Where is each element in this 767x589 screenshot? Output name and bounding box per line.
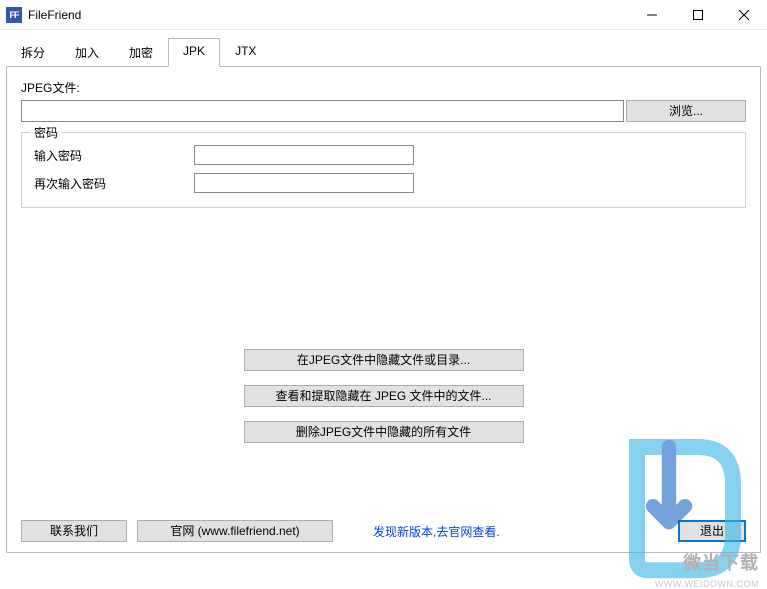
tab-jtx[interactable]: JTX xyxy=(220,38,271,67)
window-controls xyxy=(629,0,767,29)
app-icon: FF xyxy=(6,7,22,23)
password-input[interactable] xyxy=(194,145,414,165)
title-bar: FF FileFriend xyxy=(0,0,767,30)
center-actions: 在JPEG文件中隐藏文件或目录... 查看和提取隐藏在 JPEG 文件中的文件.… xyxy=(7,349,760,443)
extract-files-button[interactable]: 查看和提取隐藏在 JPEG 文件中的文件... xyxy=(244,385,524,407)
file-row: 浏览... xyxy=(21,100,746,122)
browse-button[interactable]: 浏览... xyxy=(626,100,746,122)
delete-files-button[interactable]: 删除JPEG文件中隐藏的所有文件 xyxy=(244,421,524,443)
maximize-button[interactable] xyxy=(675,0,721,29)
contact-button[interactable]: 联系我们 xyxy=(21,520,127,542)
jpeg-file-label: JPEG文件: xyxy=(21,79,746,96)
password-group-title: 密码 xyxy=(30,124,62,141)
confirm-password-row: 再次输入密码 xyxy=(34,173,733,193)
update-link[interactable]: 发现新版本,去官网查看. xyxy=(373,523,668,540)
tab-jpk[interactable]: JPK xyxy=(168,38,220,67)
tab-encrypt[interactable]: 加密 xyxy=(114,38,168,67)
password-row: 输入密码 xyxy=(34,145,733,165)
tab-join[interactable]: 加入 xyxy=(60,38,114,67)
website-button[interactable]: 官网 (www.filefriend.net) xyxy=(137,520,333,542)
jpeg-file-input[interactable] xyxy=(21,100,624,122)
confirm-password-label: 再次输入密码 xyxy=(34,175,194,192)
password-label: 输入密码 xyxy=(34,147,194,164)
minimize-button[interactable] xyxy=(629,0,675,29)
confirm-password-input[interactable] xyxy=(194,173,414,193)
tab-strip: 拆分 加入 加密 JPK JTX xyxy=(6,38,761,67)
hide-files-button[interactable]: 在JPEG文件中隐藏文件或目录... xyxy=(244,349,524,371)
window-title: FileFriend xyxy=(28,8,629,22)
tab-split[interactable]: 拆分 xyxy=(6,38,60,67)
exit-button[interactable]: 退出 xyxy=(678,520,746,542)
close-button[interactable] xyxy=(721,0,767,29)
bottom-bar: 联系我们 官网 (www.filefriend.net) 发现新版本,去官网查看… xyxy=(21,520,746,542)
jpk-page: JPEG文件: 浏览... 密码 输入密码 再次输入密码 在JPEG文件中隐藏文… xyxy=(6,66,761,553)
password-group: 密码 输入密码 再次输入密码 xyxy=(21,132,746,208)
